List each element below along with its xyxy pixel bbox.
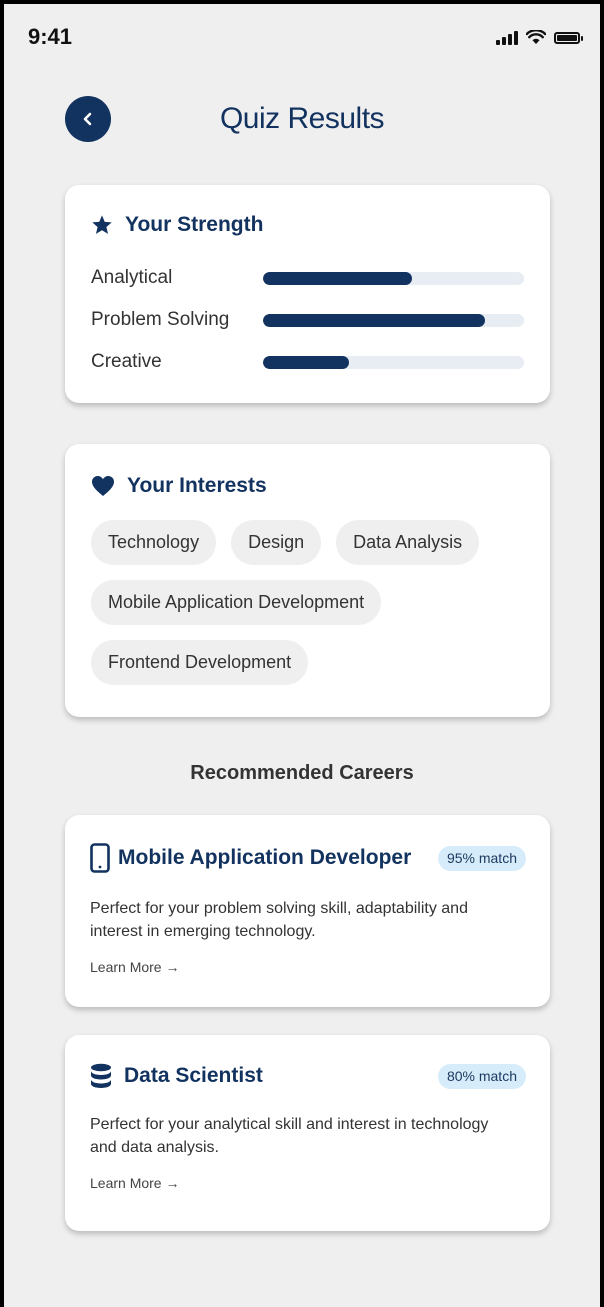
strength-bar-track bbox=[263, 313, 524, 327]
career-title: Mobile Application Developer bbox=[118, 846, 412, 869]
strength-row-analytical: Analytical bbox=[91, 257, 526, 299]
interest-tag[interactable]: Data Analysis bbox=[336, 520, 480, 565]
learn-more-link[interactable]: Learn More → bbox=[90, 959, 526, 975]
interests-title: Your Interests bbox=[127, 474, 267, 497]
strength-title: Your Strength bbox=[125, 213, 264, 236]
career-title-row: Mobile Application Developer bbox=[90, 843, 411, 873]
strength-bar-fill bbox=[263, 355, 350, 369]
strength-bar-fill bbox=[263, 313, 485, 327]
career-card-data-scientist[interactable]: Data Scientist 80% match Perfect for you… bbox=[65, 1035, 550, 1231]
battery-icon bbox=[554, 31, 583, 44]
page-title: Quiz Results bbox=[219, 102, 385, 135]
status-icons bbox=[496, 30, 583, 45]
strength-card: Your Strength Analytical Problem Solving… bbox=[65, 185, 550, 403]
learn-more-link[interactable]: Learn More → bbox=[90, 1175, 526, 1191]
strength-bar-track bbox=[263, 271, 524, 285]
strength-list: Analytical Problem Solving Creative bbox=[91, 257, 526, 383]
strength-row-creative: Creative bbox=[91, 341, 526, 383]
strength-label: Problem Solving bbox=[91, 309, 230, 330]
database-icon bbox=[91, 1063, 111, 1088]
career-title: Data Scientist bbox=[124, 1064, 263, 1087]
smartphone-icon bbox=[90, 843, 110, 873]
strength-bar-track bbox=[263, 355, 524, 369]
career-card-mobile-developer[interactable]: Mobile Application Developer 95% match P… bbox=[65, 815, 550, 1007]
interests-card-title: Your Interests bbox=[91, 474, 526, 498]
career-title-row: Data Scientist bbox=[90, 1063, 263, 1089]
signal-icon bbox=[496, 30, 518, 45]
interest-tag[interactable]: Technology bbox=[91, 520, 217, 565]
screen: 9:41 Quiz Results Your Strength Analytic… bbox=[4, 4, 600, 1307]
strength-bar-fill bbox=[263, 271, 412, 285]
career-description: Perfect for your analytical skill and in… bbox=[90, 1116, 489, 1156]
interest-tag[interactable]: Design bbox=[231, 520, 322, 565]
interest-tag[interactable]: Frontend Development bbox=[91, 640, 309, 685]
interest-tag[interactable]: Mobile Application Development bbox=[91, 580, 382, 625]
match-badge: 95% match bbox=[437, 845, 526, 871]
heart-icon bbox=[92, 476, 114, 496]
strength-card-title: Your Strength bbox=[91, 213, 526, 237]
interests-card: Your Interests Technology Design Data An… bbox=[65, 444, 550, 717]
career-description: Perfect for your problem solving skill, … bbox=[90, 900, 468, 940]
star-icon bbox=[92, 215, 112, 234]
match-badge: 80% match bbox=[437, 1063, 526, 1089]
recommended-careers-heading: Recommended Careers bbox=[190, 762, 414, 784]
interest-tags: Technology Design Data Analysis Mobile A… bbox=[91, 520, 521, 685]
career-header: Data Scientist 80% match bbox=[90, 1063, 526, 1089]
strength-row-problem-solving: Problem Solving bbox=[91, 299, 526, 341]
strength-label: Analytical bbox=[91, 267, 173, 288]
wifi-icon bbox=[526, 30, 546, 44]
strength-label: Creative bbox=[91, 351, 162, 372]
career-header: Mobile Application Developer 95% match bbox=[90, 843, 526, 873]
status-time: 9:41 bbox=[28, 24, 73, 49]
